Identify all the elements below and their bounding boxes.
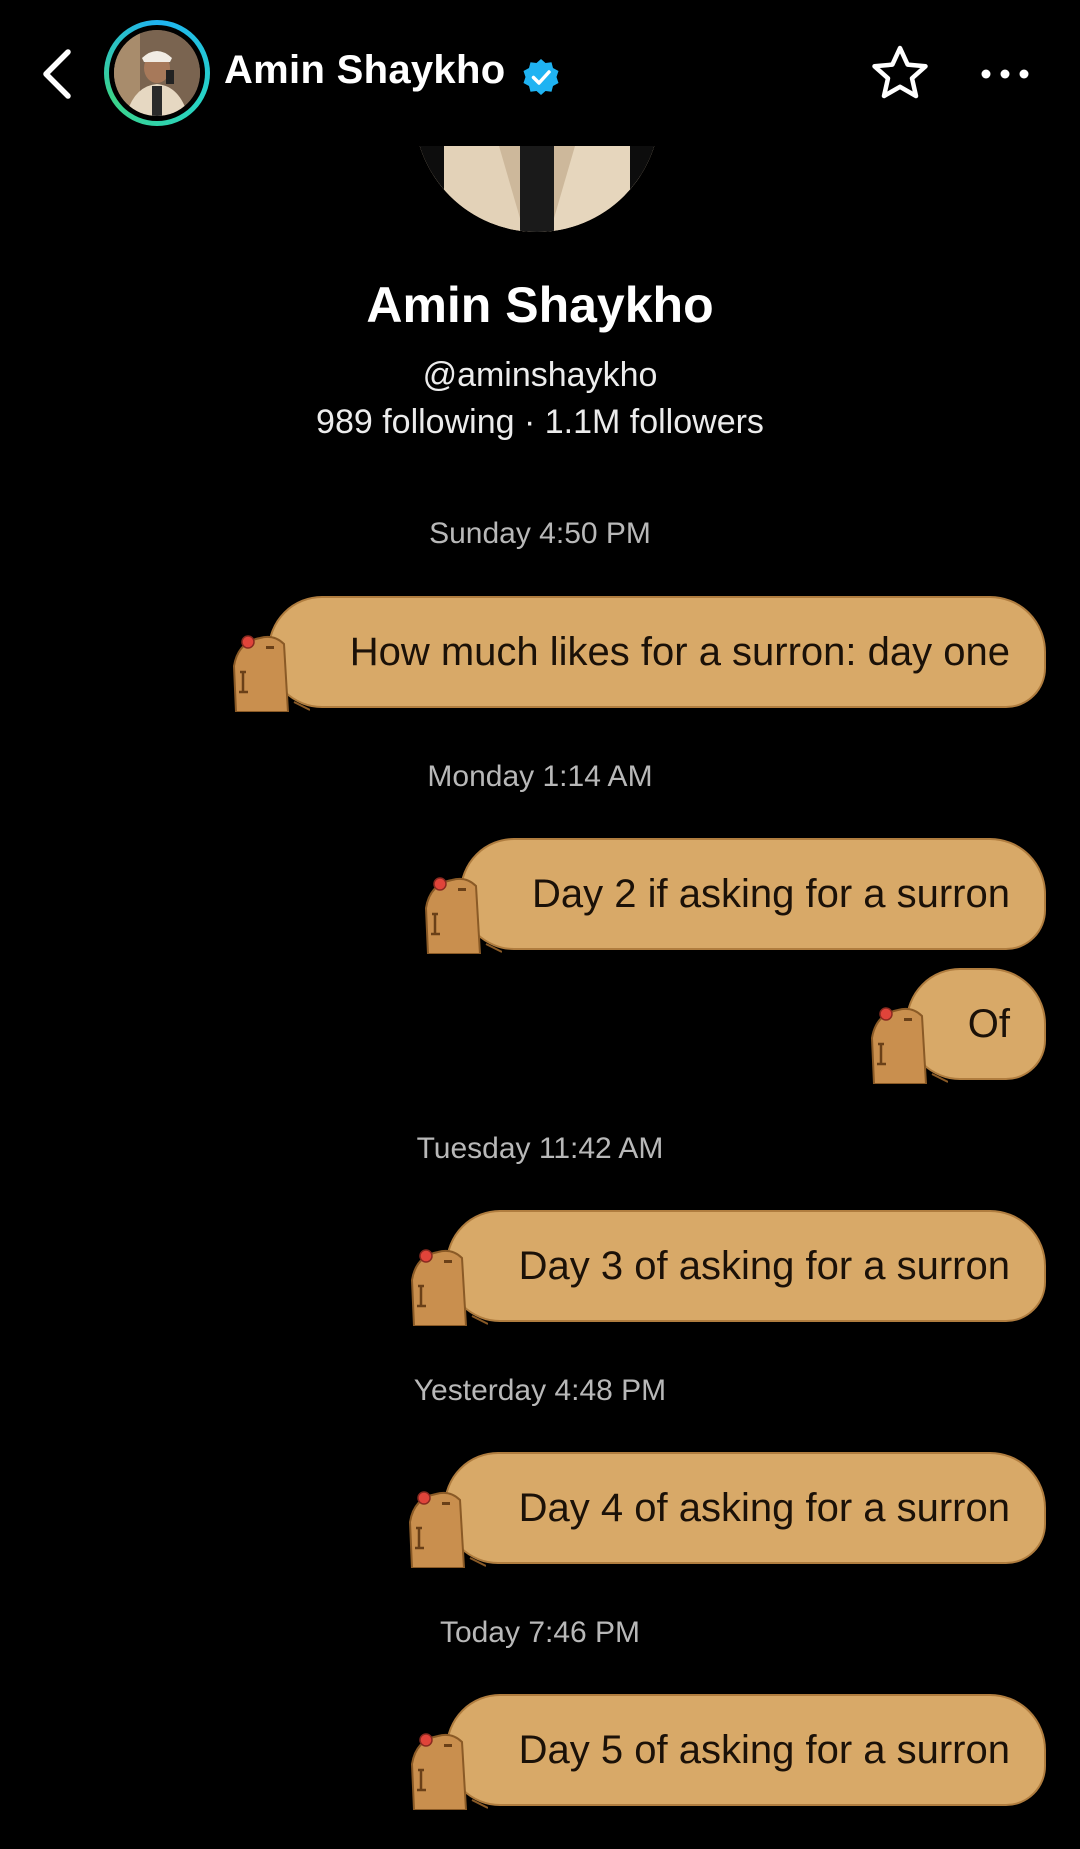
more-horizontal-icon: [981, 69, 1029, 79]
message-bubble[interactable]: Day 5 of asking for a surron: [446, 1694, 1046, 1806]
message-bubble[interactable]: How much likes for a surron: day one: [268, 596, 1046, 708]
message-bubble[interactable]: Day 2 if asking for a surron: [460, 838, 1046, 950]
capybara-sticker-icon: [410, 1733, 488, 1810]
message-bubble[interactable]: Day 4 of asking for a surron: [444, 1452, 1046, 1564]
profile-follow-stats[interactable]: 989 following · 1.1M followers: [0, 403, 1080, 442]
message-row: Day 5 of asking for a surron: [404, 1694, 1046, 1810]
message-row: Day 4 of asking for a surron: [402, 1452, 1046, 1568]
avatar-photo: [114, 30, 200, 116]
message-timestamp: Today 7:46 PM: [439, 1616, 641, 1649]
more-options-button[interactable]: [978, 52, 1032, 96]
message-timestamp: Tuesday 11:42 AM: [416, 1132, 664, 1165]
capybara-sticker-icon: [424, 877, 502, 954]
message-timestamp: Yesterday 4:48 PM: [413, 1374, 667, 1407]
message-row: Day 2 if asking for a surron: [418, 838, 1046, 954]
chevron-left-icon: [43, 49, 71, 99]
capybara-sticker-icon: [410, 1249, 488, 1326]
message-text: Of: [967, 1001, 1010, 1046]
verified-badge-icon: [523, 59, 559, 95]
message-bubble[interactable]: Day 3 of asking for a surron: [446, 1210, 1046, 1322]
message-row: How much likes for a surron: day one: [226, 596, 1046, 712]
message-timestamp: Monday 1:14 AM: [427, 760, 653, 793]
favorite-button[interactable]: [868, 42, 932, 106]
back-button[interactable]: [34, 44, 84, 104]
star-outline-icon: [872, 45, 928, 99]
profile-handle: @aminshaykho: [422, 356, 658, 394]
capybara-sticker-icon: [408, 1491, 486, 1568]
header-username[interactable]: Amin Shaykho: [224, 48, 505, 93]
message-row: Of: [864, 968, 1046, 1084]
header-avatar[interactable]: [104, 20, 210, 126]
message-text: Day 4 of asking for a surron: [518, 1485, 1010, 1530]
chat-header: Amin Shaykho: [0, 0, 1080, 146]
capybara-sticker-icon: [232, 635, 310, 712]
profile-name: Amin Shaykho: [366, 277, 714, 333]
dm-screen: Amin Shaykho @aminshaykho 989 following …: [0, 0, 1080, 1849]
message-text: How much likes for a surron: day one: [349, 629, 1010, 674]
message-row: Day 3 of asking for a surron: [404, 1210, 1046, 1326]
message-text: Day 2 if asking for a surron: [532, 871, 1010, 916]
message-timestamp: Sunday 4:50 PM: [429, 517, 651, 550]
message-text: Day 5 of asking for a surron: [518, 1727, 1010, 1772]
capybara-sticker-icon: [870, 1007, 948, 1084]
message-text: Day 3 of asking for a surron: [518, 1243, 1010, 1288]
